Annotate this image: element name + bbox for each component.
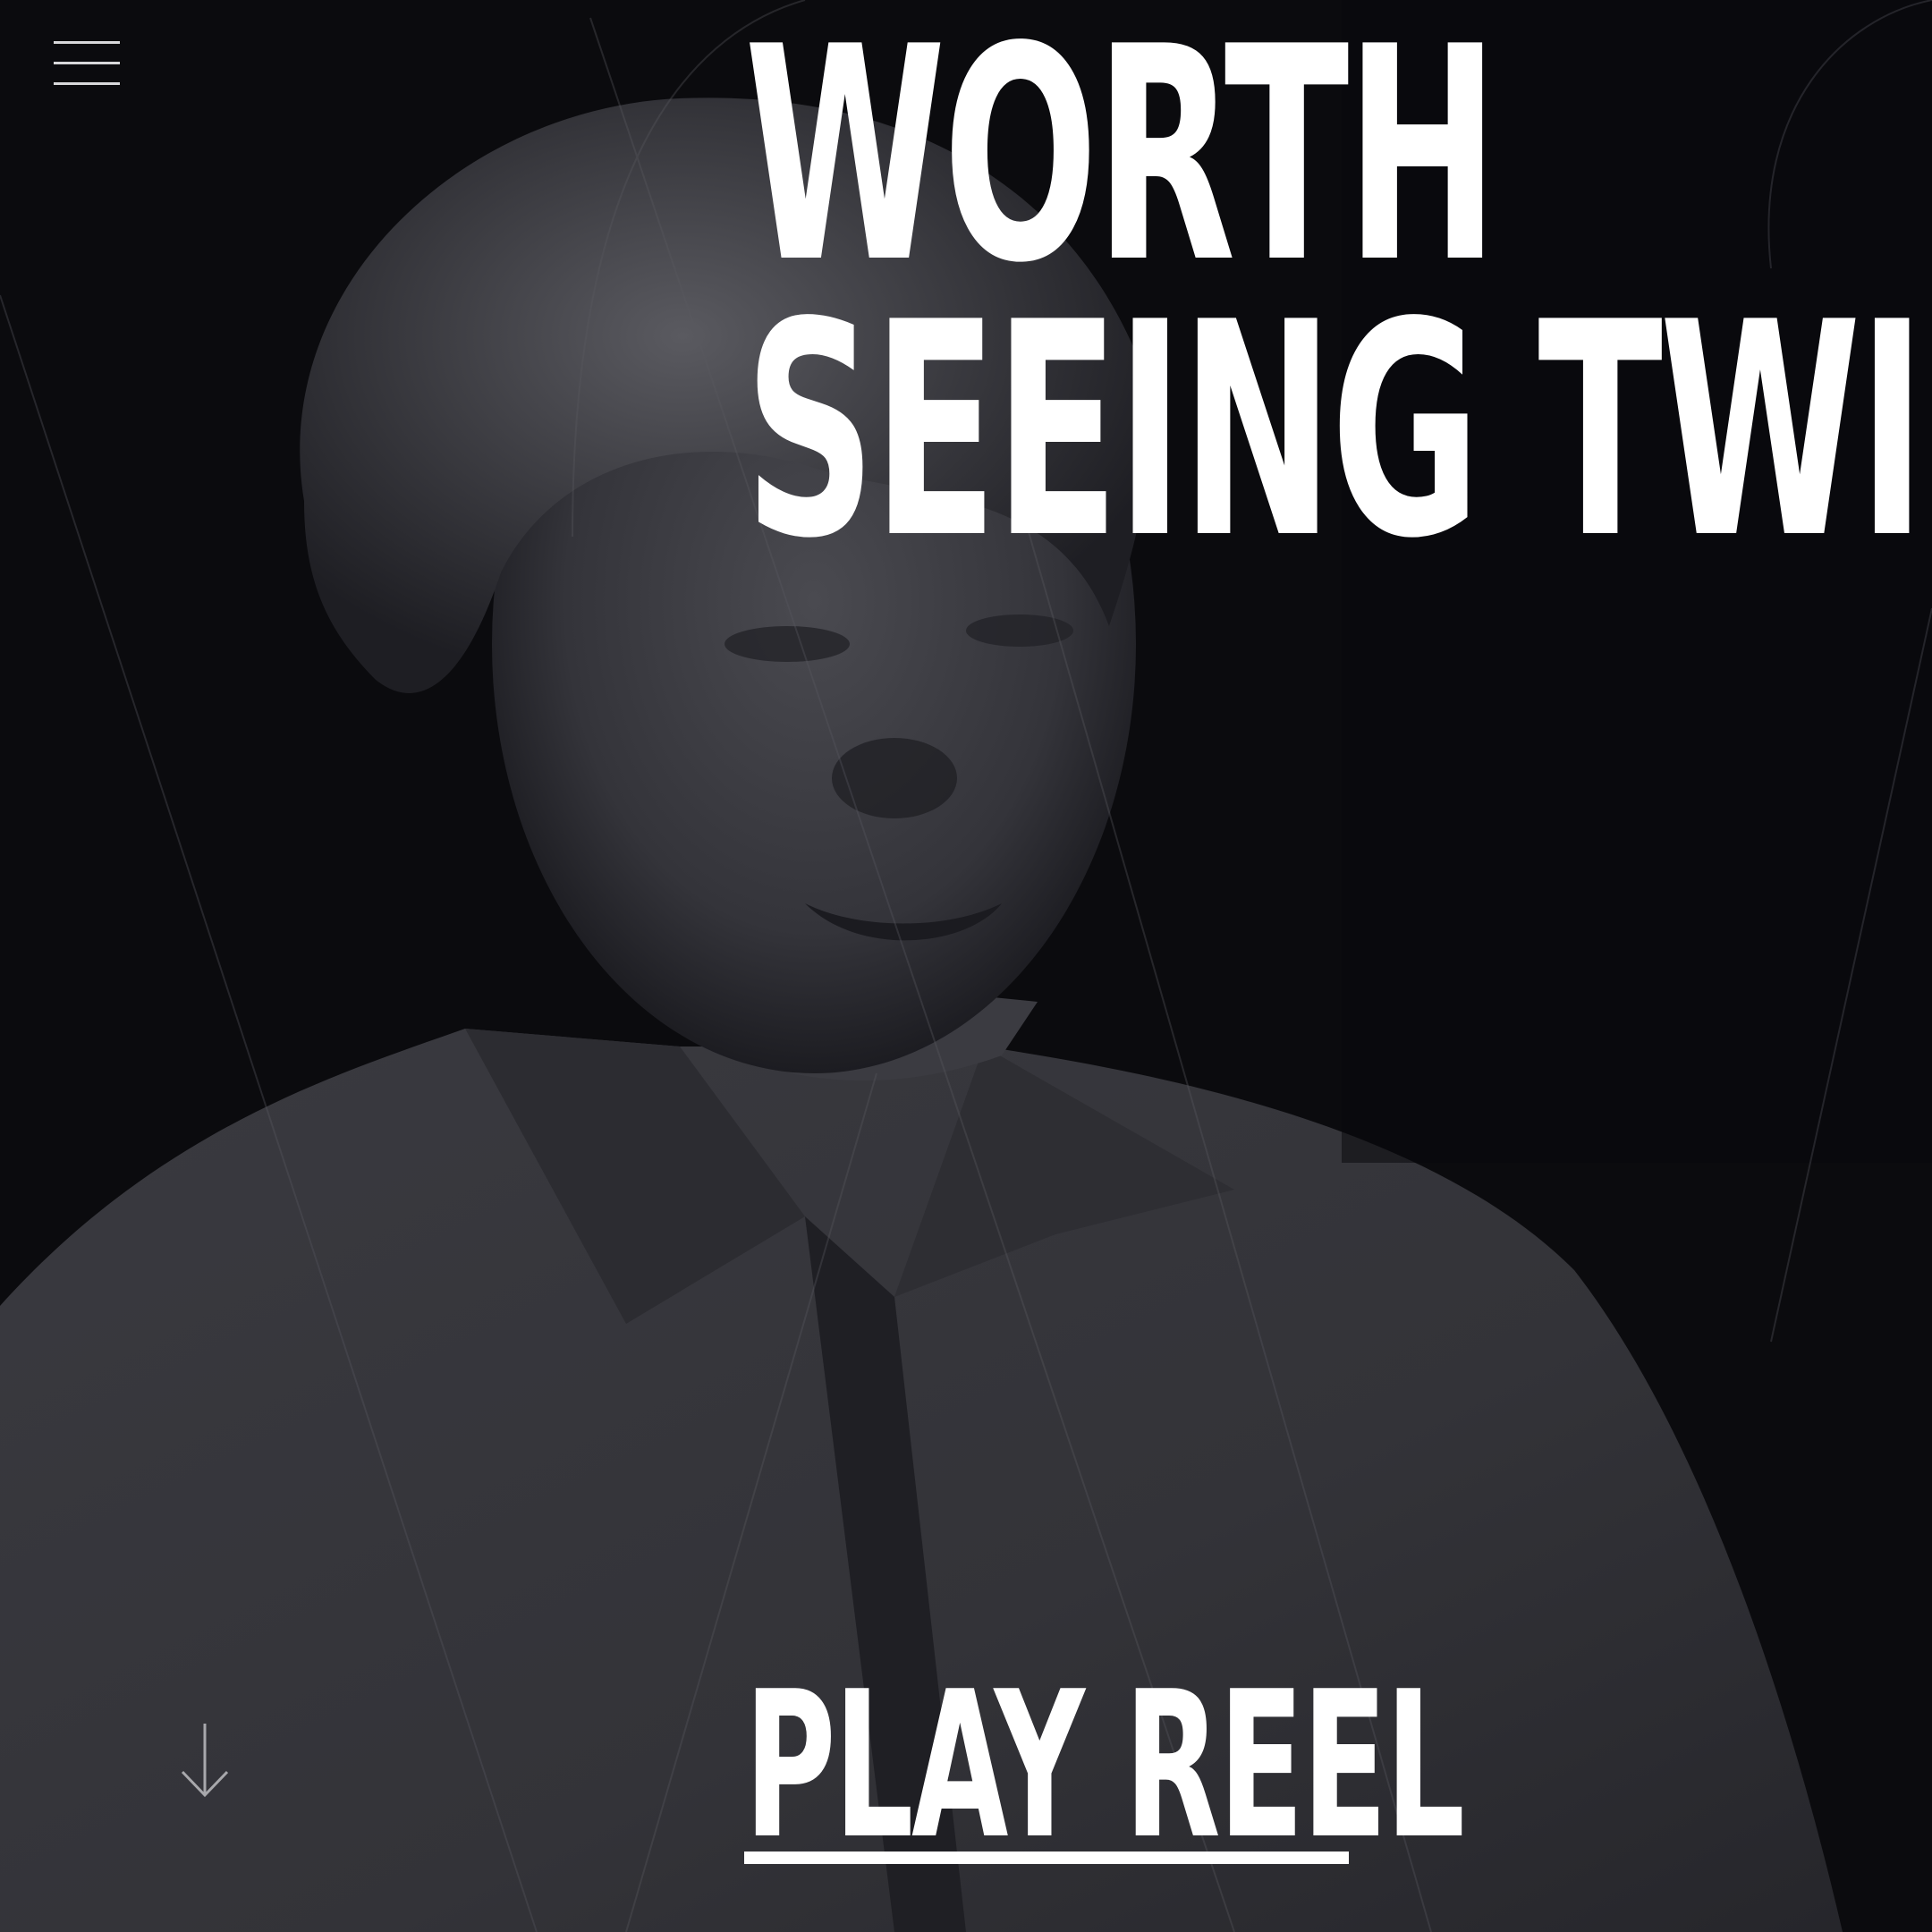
hamburger-menu-icon-bar-middle (54, 62, 120, 64)
play-reel-label: PLAY REEL (744, 1648, 1465, 1884)
play-reel-underline (744, 1852, 1349, 1864)
hamburger-menu-icon-bar-bottom (54, 82, 120, 85)
headline-line-1: WORTH (744, 0, 1499, 327)
hamburger-menu-icon-bar-top (54, 41, 120, 44)
hero-headline: WORTH SEEING TWI (744, 0, 1926, 603)
play-reel-button[interactable]: PLAY REEL (744, 1648, 1903, 1884)
menu-button[interactable] (50, 38, 123, 91)
page: WORTH SEEING TWI PLAY REEL (0, 0, 1932, 1932)
headline-line-2: SEEING TWI (744, 259, 1926, 603)
arrow-down-icon[interactable] (179, 1722, 231, 1799)
